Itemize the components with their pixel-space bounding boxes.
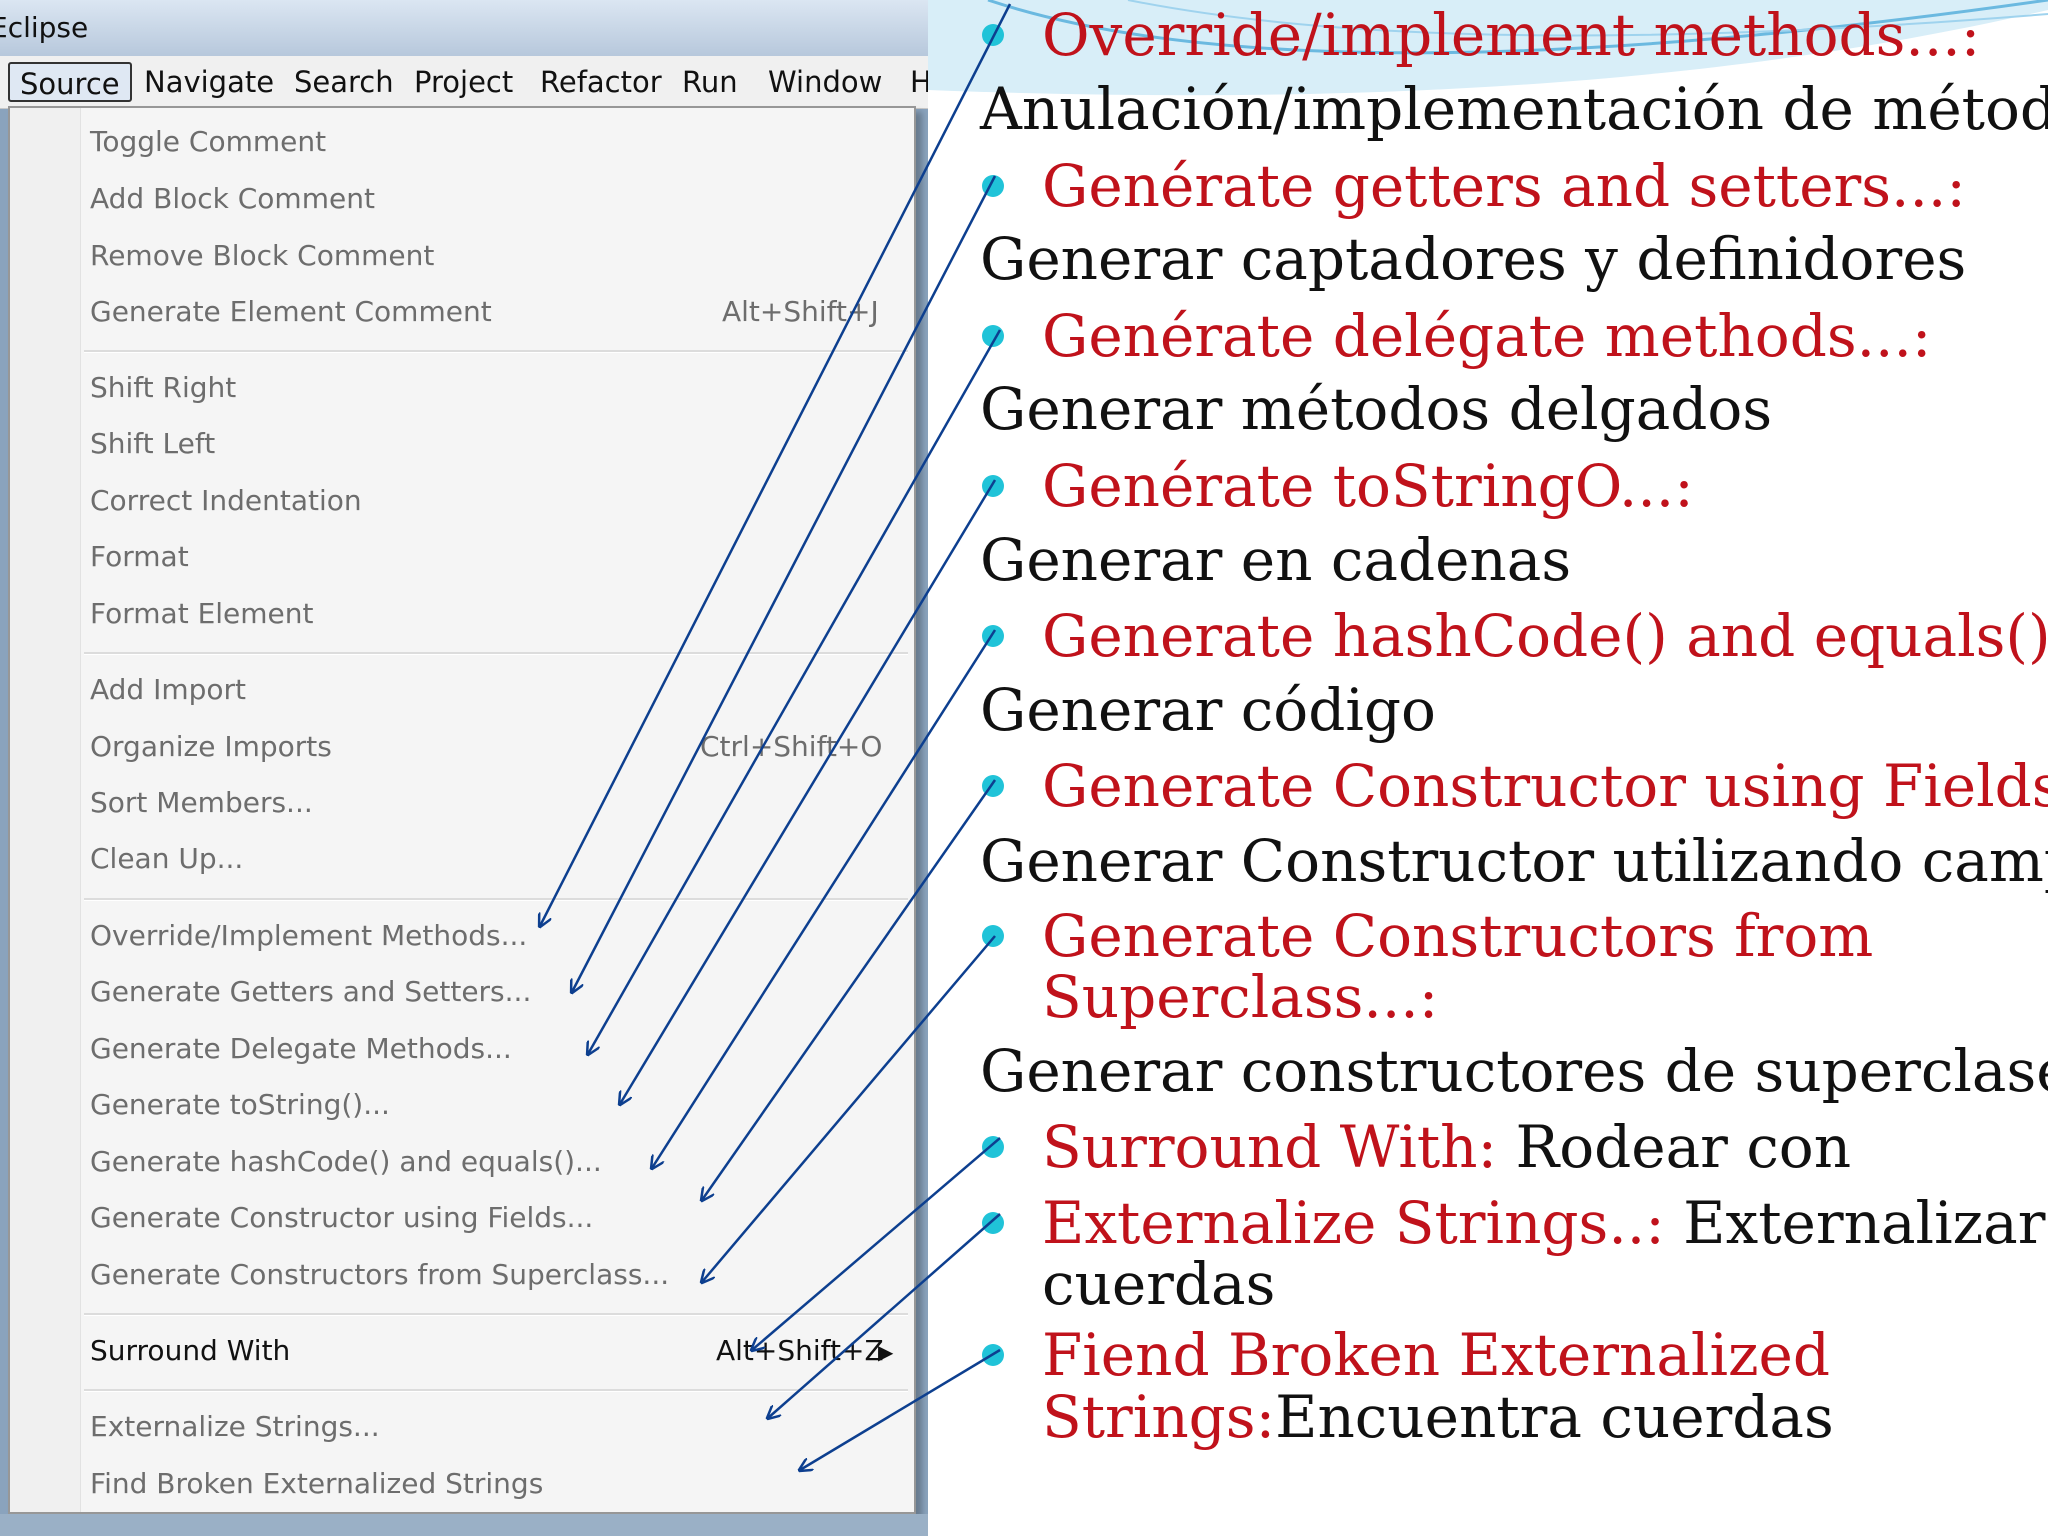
slide-en-1: Override/implement methods...:: [1042, 1, 1981, 69]
slide-es-6: Generar Constructor utilizando campos: [980, 827, 2048, 895]
menu-item-shift-right[interactable]: Shift Right: [90, 366, 236, 410]
menu-item-generate-constructor-fields[interactable]: Generate Constructor using Fields...: [90, 1196, 593, 1240]
menu-navigate[interactable]: Navigate: [134, 62, 284, 102]
slide-en-2: Genérate getters and setters...:: [1042, 152, 1966, 220]
slide-es-7: Generar constructores de superclase: [980, 1037, 2048, 1105]
slide-row-8: Surround With: Rodear con: [1042, 1114, 1851, 1180]
menu-item-find-broken-externalized-strings[interactable]: Find Broken Externalized Strings: [90, 1462, 543, 1506]
slide-row-9: Externalize Strings..: Externalizar las: [1042, 1190, 2048, 1256]
menu-item-generate-hashcode-equals[interactable]: Generate hashCode() and equals()...: [90, 1140, 602, 1184]
menu-item-format-element[interactable]: Format Element: [90, 592, 314, 636]
menu-project[interactable]: Project: [404, 62, 523, 102]
menu-source[interactable]: Source: [8, 62, 132, 102]
slide-en-8: Surround With:: [1042, 1113, 1498, 1181]
menu-item-generate-element-comment[interactable]: Generate Element Comment: [90, 290, 492, 334]
menu-item-override-implement-methods[interactable]: Override/Implement Methods...: [90, 914, 527, 958]
menu-run[interactable]: Run: [672, 62, 748, 102]
menu-separator: [84, 1313, 908, 1316]
slide-es-9b: cuerdas: [1042, 1250, 1276, 1318]
slide-es-5: Generar código: [980, 676, 1436, 744]
slide-en-7b: Superclass...:: [1042, 963, 1439, 1031]
menu-item-format[interactable]: Format: [90, 535, 189, 579]
slide-en-10b: Strings:: [1042, 1383, 1276, 1451]
bullet-icon: [982, 1344, 1004, 1366]
slide-en-4: Genérate toStringO...:: [1042, 452, 1694, 520]
window-title: Eclipse: [0, 11, 89, 44]
slide-en-9: Externalize Strings..:: [1042, 1189, 1665, 1257]
shortcut-organize-imports: Ctrl+Shift+O: [700, 730, 883, 763]
slide-es-10: Encuentra cuerdas: [1275, 1383, 1834, 1451]
window-titlebar: Eclipse: [0, 0, 928, 56]
menu-item-add-import[interactable]: Add Import: [90, 668, 246, 712]
menu-separator: [84, 652, 908, 655]
taskbar-strip: [0, 1514, 928, 1536]
shortcut-generate-element-comment: Alt+Shift+J: [722, 295, 879, 328]
bullet-icon: [982, 925, 1004, 947]
bullet-icon: [982, 475, 1004, 497]
slide-es-9: Externalizar las: [1683, 1189, 2048, 1257]
menu-window[interactable]: Window: [758, 62, 892, 102]
slide-es-4: Generar en cadenas: [980, 526, 1572, 594]
shortcut-surround-with: Alt+Shift+Z: [716, 1334, 884, 1367]
slide-es-2: Generar captadores y definidores: [980, 225, 1967, 293]
menu-separator: [84, 350, 908, 353]
slide-en-7a: Generate Constructors from: [1042, 902, 1874, 970]
eclipse-window: Eclipse Source Navigate Search Project R…: [0, 0, 928, 1536]
menubar: Source Navigate Search Project Refactor …: [0, 56, 928, 109]
slide-panel: Override/implement methods...: Anulación…: [928, 0, 2048, 1536]
bullet-icon: [982, 1136, 1004, 1158]
menu-help[interactable]: H: [900, 62, 928, 102]
bullet-icon: [982, 24, 1004, 46]
bullet-icon: [982, 625, 1004, 647]
submenu-arrow-icon: ▶: [878, 1340, 894, 1364]
menu-item-shift-left[interactable]: Shift Left: [90, 422, 215, 466]
bullet-icon: [982, 1212, 1004, 1234]
slide-en-10a: Fiend Broken Externalized: [1042, 1321, 1831, 1389]
menu-item-remove-block-comment[interactable]: Remove Block Comment: [90, 234, 434, 278]
menu-item-add-block-comment[interactable]: Add Block Comment: [90, 177, 375, 221]
menu-refactor[interactable]: Refactor: [530, 62, 672, 102]
menu-item-generate-constructors-superclass[interactable]: Generate Constructors from Superclass...: [90, 1253, 669, 1297]
menu-item-correct-indentation[interactable]: Correct Indentation: [90, 479, 362, 523]
menu-item-sort-members[interactable]: Sort Members...: [90, 781, 313, 825]
slide-es-8: Rodear con: [1497, 1113, 1852, 1181]
menu-search[interactable]: Search: [284, 62, 404, 102]
slide-es-3: Generar métodos delgados: [980, 375, 1773, 443]
menu-item-generate-tostring[interactable]: Generate toString()...: [90, 1083, 390, 1127]
slide-es-1: Anulación/implementación de métodos: [980, 75, 2048, 143]
source-menu-dropdown: Toggle Comment Add Block Comment Remove …: [8, 106, 916, 1514]
menu-icon-gutter: [10, 108, 81, 1512]
slide-en-3: Genérate delégate methods...:: [1042, 302, 1932, 370]
bullet-icon: [982, 325, 1004, 347]
menu-item-externalize-strings[interactable]: Externalize Strings...: [90, 1405, 380, 1449]
slide-row-10: Strings:Encuentra cuerdas: [1042, 1384, 1834, 1450]
menu-separator: [84, 1389, 908, 1392]
slide-en-6: Generate Constructor using Fields...:: [1042, 752, 2048, 820]
menu-item-clean-up[interactable]: Clean Up...: [90, 837, 243, 881]
slide-en-5: Generate hashCode() and equals()...:: [1042, 602, 2048, 670]
menu-item-toggle-comment[interactable]: Toggle Comment: [90, 120, 326, 164]
bullet-icon: [982, 175, 1004, 197]
menu-separator: [84, 898, 908, 901]
menu-item-generate-delegate-methods[interactable]: Generate Delegate Methods...: [90, 1027, 512, 1071]
bullet-icon: [982, 775, 1004, 797]
menu-item-surround-with[interactable]: Surround With: [90, 1329, 290, 1373]
menu-item-organize-imports[interactable]: Organize Imports: [90, 725, 332, 769]
menu-item-generate-getters-setters[interactable]: Generate Getters and Setters...: [90, 970, 531, 1014]
